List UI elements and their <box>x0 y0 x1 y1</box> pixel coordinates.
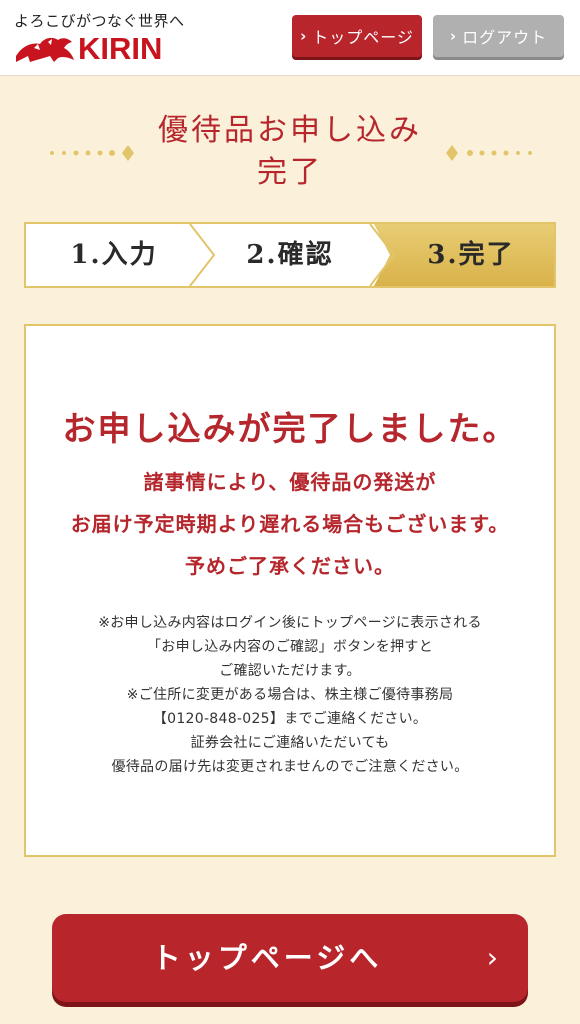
notice-line-3: 予めご了承ください。 <box>185 554 395 578</box>
chevron-right-icon: › <box>300 27 308 45</box>
go-to-top-page-label: トップページへ <box>151 941 383 975</box>
logout-button[interactable]: › ログアウト <box>433 15 564 57</box>
kirin-logo[interactable]: よろこびがつなぐ世界へ KIRIN <box>14 10 185 64</box>
logo-wordmark: KIRIN <box>78 31 163 66</box>
chevron-right-icon: › <box>486 941 498 974</box>
note-line-2: 「お申し込み内容のご確認」ボタンを押すと <box>147 639 433 655</box>
step-confirm: 2.確認 <box>246 240 334 270</box>
step-complete: 3.完了 <box>427 240 515 270</box>
logout-label: ログアウト <box>462 28 548 47</box>
completion-message-box: お申し込みが完了しました。 諸事情により、優待品の発送が お届け予定時期より遅れ… <box>24 324 556 857</box>
go-to-top-page-button[interactable]: トップページへ › <box>52 914 528 1002</box>
completion-headline: お申し込みが完了しました。 <box>62 409 518 448</box>
kirin-beast-icon <box>16 37 74 62</box>
step-input: 1.入力 <box>70 240 158 270</box>
chevron-right-icon: › <box>449 27 458 45</box>
note-line-7: 優待品の届け先は変更されませんのでご注意ください。 <box>111 759 469 775</box>
logo-tagline: よろこびがつなぐ世界へ <box>14 12 185 30</box>
logo-mark: KIRIN <box>14 31 185 66</box>
note-line-3: ご確認いただけます。 <box>219 663 361 679</box>
notice-line-2: お届け予定時期より遅れる場合もございます。 <box>70 512 510 536</box>
header-top-page-label: トップページ <box>312 28 414 47</box>
note-line-4: ※ご住所に変更がある場合は、株主様ご優待事務局 <box>126 687 454 703</box>
gold-dots-ornament-right <box>446 145 532 161</box>
header-top-page-button[interactable]: › トップページ <box>292 15 422 57</box>
note-line-1: ※お申し込み内容はログイン後にトップページに表示される <box>98 615 482 631</box>
notice-line-1: 諸事情により、優待品の発送が <box>143 470 437 494</box>
gold-dots-ornament-left <box>50 145 134 161</box>
note-line-6: 証券会社にご連絡いただいても <box>190 735 390 751</box>
site-header: よろこびがつなぐ世界へ KIRIN › トップページ › ログアウト <box>0 0 580 76</box>
progress-steps: 1.入力 2.確認 3.完了 <box>24 222 556 288</box>
note-line-5: 【0120-848-025】までご連絡ください。 <box>152 711 428 727</box>
